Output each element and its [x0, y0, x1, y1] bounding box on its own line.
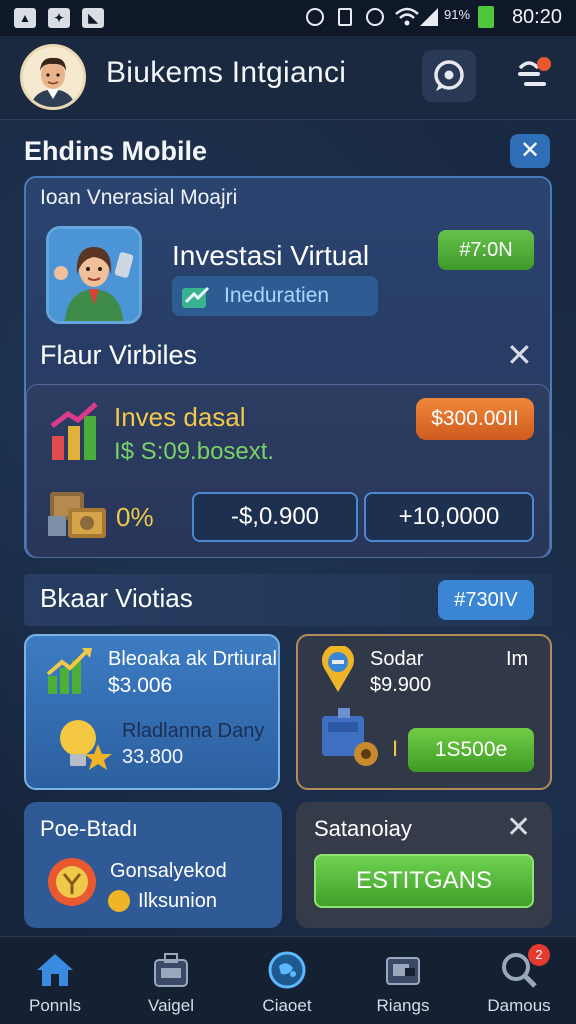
- signal-icon: [420, 8, 438, 26]
- nav-item-search[interactable]: Damous: [464, 936, 574, 1024]
- alarm-icon: [306, 8, 324, 26]
- subsection-title: Flaur Virbiles: [40, 340, 198, 370]
- location-pin-icon: [322, 646, 354, 692]
- nav-label-globe: Ciaoet: [262, 996, 312, 1015]
- trend-arrow-icon: [182, 286, 210, 308]
- avatar[interactable]: [20, 44, 86, 110]
- close-section-button[interactable]: ✕: [510, 134, 550, 168]
- nav-label-briefcase: Vaigel: [148, 996, 194, 1015]
- gallery-notification-icon: ◣: [82, 8, 104, 28]
- home-icon: [37, 954, 73, 986]
- clock: 80:20: [511, 6, 562, 28]
- chat-button[interactable]: [422, 50, 476, 102]
- nav-item-globe[interactable]: Ciaoet: [232, 936, 342, 1024]
- coin-icon: [108, 890, 130, 912]
- section2-price-button[interactable]: #730IV: [438, 580, 534, 620]
- wifi-icon: [395, 7, 419, 26]
- amount-plus-field[interactable]: +10,0000: [364, 492, 534, 542]
- card-percent: 0%: [116, 502, 154, 532]
- globe-icon: [268, 951, 306, 989]
- card-investment-name: Inves dasal: [114, 402, 246, 432]
- card-c-title: Poe-Btadı: [40, 816, 138, 841]
- card-investment-value: I$ S:09.bosext.: [114, 438, 275, 465]
- settings-status-icon: [366, 8, 384, 26]
- section2-title: Bkaar Viotias: [40, 583, 193, 613]
- nav-item-briefcase[interactable]: Vaigel: [116, 936, 226, 1024]
- app-title: Biukems Intgianci: [106, 56, 347, 89]
- investor-avatar: [46, 226, 142, 324]
- amount-minus-field[interactable]: -$,0.900: [192, 492, 358, 542]
- card-d-action-button[interactable]: ESTITGANS: [314, 854, 534, 908]
- card-b-buy-button[interactable]: 1S500e: [408, 728, 534, 772]
- target-coin-icon: [48, 858, 96, 906]
- nav-item-home[interactable]: Ponnls: [0, 936, 110, 1024]
- notifications-button[interactable]: [510, 52, 556, 98]
- invest-price-button[interactable]: #7:0N: [438, 230, 534, 270]
- notification-badge: 2: [528, 944, 550, 966]
- nav-item-wallet[interactable]: Riangs: [348, 936, 458, 1024]
- image-notification-icon: ▲: [14, 8, 36, 28]
- section-title-mobile: Ehdins Mobile: [24, 136, 208, 166]
- battery-icon: [478, 6, 494, 28]
- cart-icon: [322, 708, 378, 766]
- battery-percent: 91%: [444, 7, 471, 22]
- card-b-separator: I: [392, 736, 399, 761]
- bar-chart-icon: [50, 402, 98, 460]
- wallet-icon: [386, 957, 420, 985]
- card-a-value: $3.006: [108, 674, 173, 697]
- close-card-d-button[interactable]: ✕: [506, 810, 531, 845]
- card-c-line1: Gonsalyekod: [110, 860, 227, 882]
- card-b-value: $9.900: [370, 674, 432, 696]
- bell-icon: [518, 57, 551, 86]
- card-b-right-label: Im: [506, 648, 529, 670]
- card-a-subtitle: Rladlanna Dany: [122, 720, 265, 742]
- category-tag-label: Ineduratien: [224, 284, 330, 307]
- briefcase-icon: [154, 953, 188, 987]
- chat-icon: [434, 60, 464, 91]
- panel-subtitle: Ioan Vnerasial Moajri: [40, 186, 238, 209]
- lightbulb-star-icon: [60, 720, 112, 770]
- close-subsection-button[interactable]: ✕: [506, 336, 533, 374]
- photo-notification-icon: ✦: [48, 8, 70, 28]
- card-b-title: Sodar: [370, 648, 424, 670]
- sim-icon: [338, 8, 352, 26]
- cash-stack-icon: [48, 492, 106, 538]
- card-price-button[interactable]: $300.00II: [416, 398, 534, 440]
- nav-label-search: Damous: [487, 996, 551, 1015]
- card-d-title: Satanoiay: [314, 816, 412, 841]
- nav-label-wallet: Riangs: [376, 996, 430, 1015]
- investment-title: Investasi Virtual: [172, 240, 370, 271]
- nav-label-home: Ponnls: [29, 996, 81, 1015]
- card-a-subvalue: 33.800: [122, 746, 184, 768]
- card-a-title: Bleoaka ak Drtiural: [108, 648, 277, 670]
- card-c-line2: Ilksunion: [138, 890, 217, 912]
- growth-chart-icon: [46, 648, 92, 694]
